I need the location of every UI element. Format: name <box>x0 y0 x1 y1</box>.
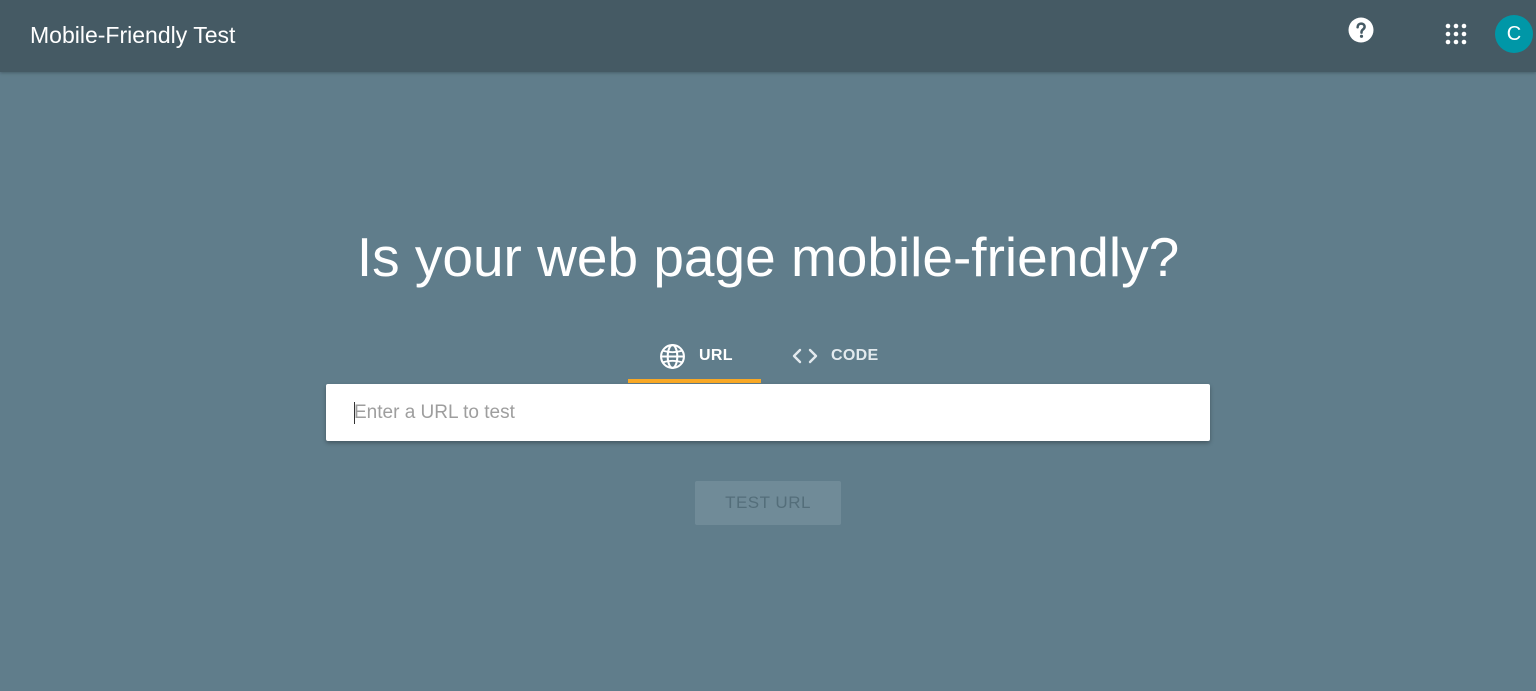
help-button[interactable] <box>1348 17 1374 43</box>
apps-button[interactable] <box>1443 21 1469 47</box>
tab-url-label: URL <box>699 347 733 364</box>
url-input-container <box>326 384 1210 441</box>
help-circle-icon <box>1348 17 1374 43</box>
apps-grid-icon <box>1445 23 1467 45</box>
globe-icon <box>659 343 686 375</box>
text-caret <box>354 402 355 424</box>
page-headline: Is your web page mobile-friendly? <box>356 226 1180 288</box>
app-title[interactable]: Mobile-Friendly Test <box>30 21 235 49</box>
account-avatar[interactable]: C <box>1495 15 1533 53</box>
tab-url[interactable]: URL <box>628 333 761 383</box>
url-input[interactable] <box>354 384 1184 441</box>
top-app-bar: Mobile-Friendly Test C <box>0 0 1536 72</box>
tab-code[interactable]: CODE <box>780 333 890 383</box>
test-url-button[interactable]: TEST URL <box>695 481 841 525</box>
code-brackets-icon <box>791 343 819 374</box>
tab-code-label: CODE <box>831 347 879 364</box>
